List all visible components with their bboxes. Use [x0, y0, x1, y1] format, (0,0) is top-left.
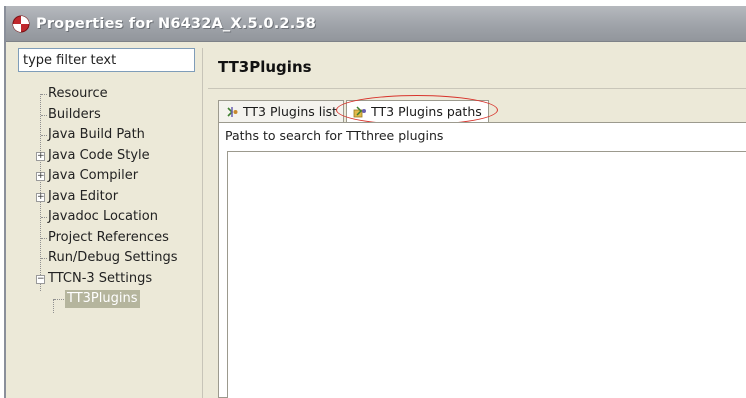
paths-label: Paths to search for TTthree plugins: [225, 128, 444, 143]
plugin-folder-icon: [353, 105, 367, 117]
tree-item-java-build-path[interactable]: Java Build Path: [12, 125, 202, 146]
property-page: TT3Plugins TT3 Plugins list TT3 Plugins …: [208, 48, 746, 398]
tree-item-label: Builders: [48, 106, 101, 122]
tree-item-label: Project References: [48, 229, 169, 245]
tree-item-label: Java Code Style: [48, 147, 150, 163]
tree-item-label: Resource: [48, 86, 108, 101]
tab-label: TT3 Plugins paths: [371, 104, 482, 119]
window-title: Properties for N6432A_X.5.0.2.58: [36, 15, 317, 32]
tree-item-java-compiler[interactable]: + Java Compiler: [12, 166, 202, 187]
tree-item-ttcn3-settings[interactable]: − TTCN-3 Settings: [12, 269, 202, 290]
tab-bar: TT3 Plugins list TT3 Plugins paths: [218, 100, 491, 122]
tree-item-label: Java Compiler: [48, 168, 139, 183]
property-page-tree: Resource Builders Java Build Path + Java…: [12, 84, 202, 313]
plugin-icon: [227, 106, 238, 117]
plugin-paths-list[interactable]: [227, 151, 746, 398]
tree-item-resource[interactable]: Resource: [12, 84, 202, 105]
tree-item-java-code-style[interactable]: + Java Code Style: [12, 146, 202, 167]
tree-item-label: Java Build Path: [48, 127, 145, 142]
tree-item-label: TT3Plugins: [65, 290, 140, 308]
expand-plus-icon[interactable]: +: [36, 192, 45, 202]
tree-item-javadoc-location[interactable]: Javadoc Location: [12, 207, 202, 228]
filter-input[interactable]: [18, 48, 195, 72]
tree-item-tt3plugins[interactable]: TT3Plugins: [12, 289, 202, 310]
tab-label: TT3 Plugins list: [243, 104, 338, 119]
tab-content-panel: Paths to search for TTthree plugins: [218, 122, 746, 398]
navigation-pane: Resource Builders Java Build Path + Java…: [12, 48, 202, 398]
tree-item-label: Javadoc Location: [48, 209, 158, 224]
tree-item-builders[interactable]: Builders: [12, 105, 202, 126]
eclipse-app-icon: [12, 15, 30, 32]
page-title: TT3Plugins: [218, 58, 312, 76]
tree-item-label: Java Editor: [48, 188, 119, 204]
tree-item-label: TTCN-3 Settings: [48, 270, 153, 286]
collapse-minus-icon[interactable]: −: [36, 274, 45, 284]
title-bar[interactable]: Properties for N6432A_X.5.0.2.58: [6, 6, 746, 42]
tree-item-project-references[interactable]: Project References: [12, 228, 202, 249]
tree-item-label: Run/Debug Settings: [48, 250, 178, 265]
title-separator: [208, 88, 746, 89]
expand-plus-icon[interactable]: +: [36, 172, 45, 181]
expand-plus-icon[interactable]: +: [36, 151, 45, 161]
tab-plugins-list[interactable]: TT3 Plugins list: [218, 100, 345, 122]
tree-item-run-debug-settings[interactable]: Run/Debug Settings: [12, 248, 202, 269]
properties-dialog: Properties for N6432A_X.5.0.2.58 Resourc…: [4, 6, 746, 398]
tree-item-java-editor[interactable]: + Java Editor: [12, 187, 202, 208]
tab-plugins-paths[interactable]: TT3 Plugins paths: [346, 100, 489, 122]
